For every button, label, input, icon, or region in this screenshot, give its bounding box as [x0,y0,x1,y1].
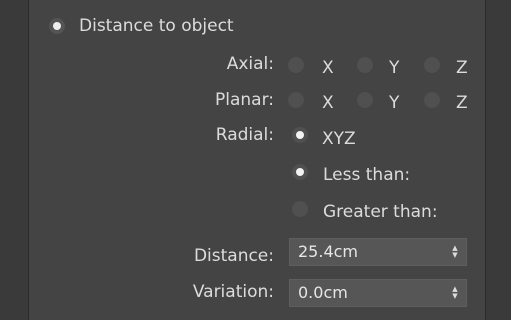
distance-spinner[interactable]: 25.4cm ▲ ▼ [289,238,467,266]
distance-to-object-label: Distance to object [79,16,234,36]
radial-xyz-radio[interactable] [292,127,308,143]
radial-xyz-label: XYZ [322,129,356,149]
left-frame [0,0,29,320]
planar-x-radio[interactable] [288,92,304,108]
distance-value[interactable]: 25.4cm [298,242,358,262]
planar-y-radio[interactable] [357,92,373,108]
axial-label: Axial: [226,54,274,74]
greater-than-label: Greater than: [323,202,438,222]
axial-x-radio[interactable] [288,57,304,73]
planar-z-label: Z [456,93,468,113]
greater-than-radio[interactable] [292,201,308,217]
planar-z-radio[interactable] [424,92,440,108]
right-frame [485,0,511,320]
less-than-label: Less than: [323,165,411,185]
axial-x-label: X [322,58,334,78]
planar-x-label: X [322,93,334,113]
distance-to-object-radio[interactable] [49,18,65,34]
variation-spinner[interactable]: 0.0cm ▲ ▼ [289,279,467,307]
less-than-radio[interactable] [292,164,308,180]
axial-z-radio[interactable] [424,57,440,73]
radial-label: Radial: [215,125,274,145]
axial-y-radio[interactable] [357,57,373,73]
axial-y-label: Y [389,58,400,78]
axial-z-label: Z [456,58,468,78]
spinner-arrows-icon[interactable]: ▲ ▼ [451,286,459,302]
planar-label: Planar: [214,90,274,110]
variation-label: Variation: [192,282,274,302]
spinner-arrows-icon[interactable]: ▲ ▼ [451,245,459,261]
variation-value[interactable]: 0.0cm [298,283,348,303]
distance-label: Distance: [193,246,274,266]
settings-panel [29,0,485,320]
planar-y-label: Y [389,93,400,113]
